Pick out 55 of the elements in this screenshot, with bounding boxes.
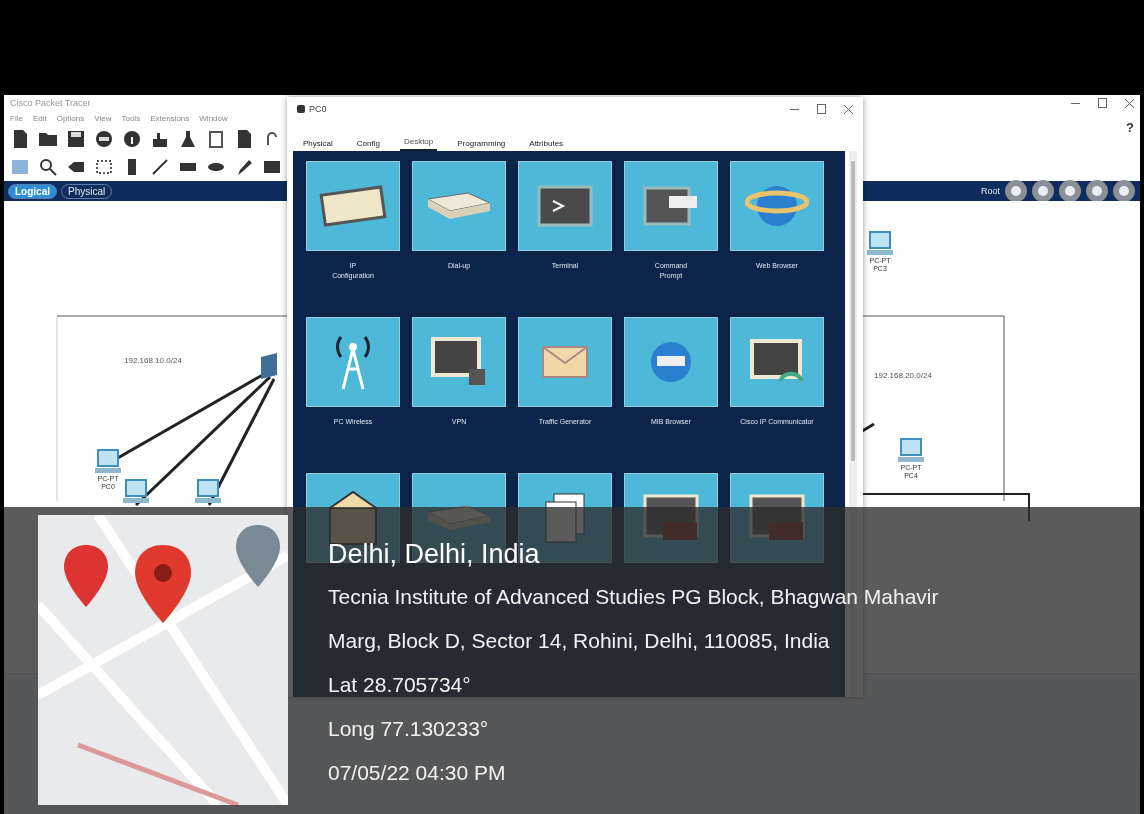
app-tile[interactable]	[624, 161, 718, 251]
search-icon[interactable]	[38, 157, 58, 177]
monitor-lock-icon	[431, 337, 487, 387]
command-prompt-icon	[643, 186, 699, 226]
resize-icon[interactable]	[94, 157, 114, 177]
globe-icon	[649, 340, 693, 384]
app-tile[interactable]	[412, 161, 506, 251]
globe-icon	[745, 184, 809, 228]
menu-item[interactable]: Tools	[121, 113, 141, 123]
app-tile[interactable]	[518, 161, 612, 251]
monitor-headset-icon	[750, 339, 804, 385]
close-icon[interactable]	[844, 104, 853, 114]
app-tile[interactable]	[624, 317, 718, 407]
menu-item[interactable]: Edit	[32, 113, 47, 123]
window-title: Cisco Packet Tracer	[10, 98, 91, 108]
dialog-tab[interactable]: Attributes	[525, 139, 568, 151]
network-label: 192.168.10.0/24	[124, 356, 182, 365]
minimize-icon[interactable]	[790, 108, 799, 110]
app-tile[interactable]	[518, 317, 612, 407]
save-icon[interactable]	[66, 129, 86, 149]
dialog-tab[interactable]: Physical	[299, 139, 337, 151]
dialog-tab[interactable]: Config	[352, 139, 384, 151]
dialog-tab[interactable]: Programming	[453, 139, 510, 151]
app-tile[interactable]	[730, 317, 824, 407]
maximize-icon[interactable]	[1098, 98, 1107, 108]
view-mode-tab[interactable]: Logical	[8, 183, 57, 199]
line-icon[interactable]	[150, 157, 170, 177]
app-tile[interactable]	[306, 317, 400, 407]
latitude-text: Lat 28.705734°	[328, 672, 472, 698]
modem-icon	[426, 191, 492, 221]
network-label: 192.168.20.0/24	[874, 371, 932, 380]
minimize-icon[interactable]	[1071, 102, 1080, 104]
help-button[interactable]: ?	[1126, 119, 1134, 135]
root-label: Root	[981, 186, 1000, 196]
app-logo-icon	[297, 105, 305, 113]
date-time-text: 07/05/22 04:30 PM	[328, 760, 507, 786]
menu-item[interactable]: Extensions	[150, 113, 190, 123]
computer-icon[interactable]	[122, 479, 150, 505]
terminal-icon	[537, 185, 593, 227]
flask-icon[interactable]	[178, 129, 198, 149]
computer-icon[interactable]	[194, 479, 222, 505]
app-tile[interactable]	[730, 161, 824, 251]
longitude-text: Long 77.130233°	[328, 716, 490, 742]
app-tile[interactable]	[306, 161, 400, 251]
menu-item[interactable]: Window	[199, 113, 228, 123]
info-icon[interactable]	[122, 129, 142, 149]
app-tile[interactable]	[412, 317, 506, 407]
maximize-icon[interactable]	[817, 104, 826, 114]
menu-item[interactable]: Options	[56, 113, 85, 123]
dialog-title: PC0	[309, 104, 328, 114]
close-icon[interactable]	[1125, 98, 1134, 108]
menu-item[interactable]: View	[94, 113, 112, 123]
menu-item[interactable]: File	[10, 113, 23, 123]
address-text: Tecnia Institute of Advanced Studies PG Block, Bhagwan Mahavir Marg, Block D, Sector 14, Rohini, Delhi, 110085, India	[328, 584, 940, 654]
location-name: Delhi, Delhi, India	[328, 538, 541, 571]
